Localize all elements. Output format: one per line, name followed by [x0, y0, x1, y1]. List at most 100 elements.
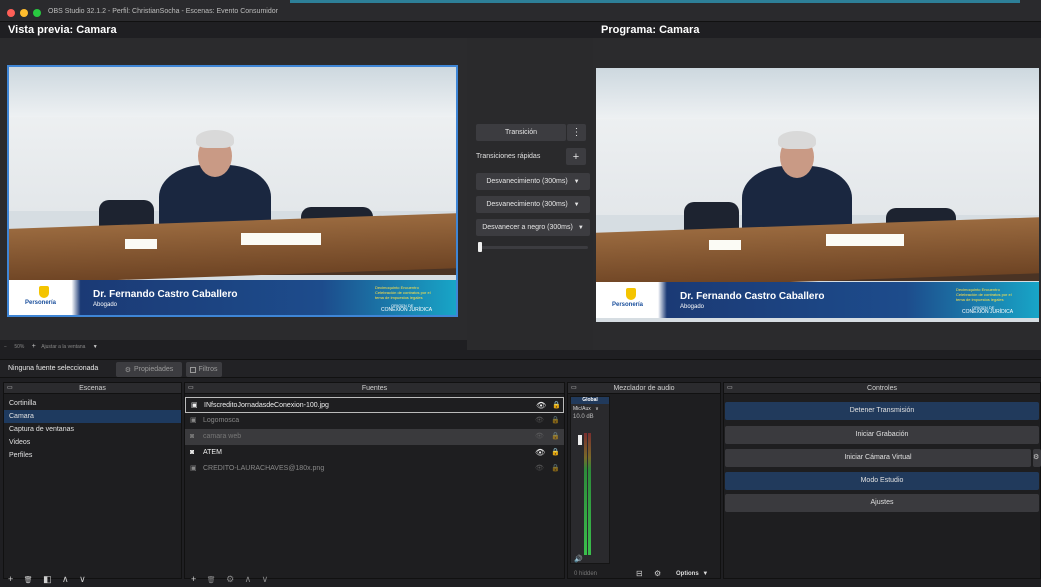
dock-undock-icon[interactable]: ▭: [727, 383, 733, 394]
sources-header: ▭ Fuentes: [185, 383, 564, 394]
mixer-title: Mezclador de audio: [613, 385, 675, 392]
minimize-window-icon[interactable]: [20, 9, 28, 17]
speaker-icon[interactable]: 🔊: [574, 555, 583, 563]
move-up-icon[interactable]: ∧: [245, 574, 252, 584]
scenes-dock: ▭ Escenas Cortinilla Camara Captura de v…: [3, 382, 182, 584]
properties-button[interactable]: ⚙ Propiedades: [116, 362, 182, 377]
virtual-camera-settings-icon[interactable]: ⚙: [1033, 449, 1041, 467]
source-item[interactable]: ▣ Logomosca 👁 🔒: [185, 413, 564, 429]
scene-item[interactable]: Cortinilla: [4, 397, 181, 410]
move-up-icon[interactable]: ∧: [62, 574, 69, 584]
close-window-icon[interactable]: [7, 9, 15, 17]
quick-transitions-label: Transiciones rápidas: [476, 153, 541, 160]
caret-down-icon: ▼: [573, 201, 580, 208]
lt-name: Dr. Fernando Castro Caballero: [680, 291, 825, 302]
mixer-header: ▭ Mezclador de audio: [568, 383, 720, 394]
volume-fader-handle[interactable]: [578, 435, 582, 445]
lock-icon[interactable]: 🔒: [551, 413, 560, 429]
mixer-options-button[interactable]: Options ▼: [676, 571, 708, 577]
source-item[interactable]: ▣ INfscreditoJornadasdeConexion-100.jpg …: [185, 397, 564, 413]
lt-role: Abogado: [93, 302, 118, 308]
lt-org: Personería: [25, 300, 57, 306]
channel-name[interactable]: Mic/Aux ∨: [571, 406, 609, 412]
remove-scene-icon[interactable]: 🗑: [24, 577, 33, 584]
remove-source-icon[interactable]: 🗑: [207, 577, 216, 584]
source-item-selected[interactable]: ◙ camara web 👁 🔒: [185, 429, 564, 445]
tbar-handle[interactable]: [478, 242, 482, 252]
settings-button[interactable]: Ajustes: [725, 494, 1039, 512]
zoom-out-icon[interactable]: −: [4, 344, 7, 350]
source-item[interactable]: ◙ ATEM 👁 🔒: [185, 445, 564, 461]
scene-filter-icon[interactable]: ◧: [43, 574, 52, 584]
eye-hidden-icon[interactable]: 👁: [535, 461, 544, 477]
scene-item[interactable]: Videos: [4, 436, 181, 449]
quick-transition-3[interactable]: Desvanecer a negro (300ms) ▼: [476, 219, 590, 236]
quick-transition-2[interactable]: Desvanecimiento (300ms) ▼: [476, 196, 590, 213]
scene-item[interactable]: Perfiles: [4, 449, 181, 462]
source-name: ATEM: [203, 449, 222, 456]
source-toolbar: Ninguna fuente seleccionada ⚙ Propiedade…: [0, 359, 1041, 378]
studio-mode-button[interactable]: Modo Estudio: [725, 472, 1039, 490]
add-scene-icon[interactable]: +: [8, 574, 13, 584]
eye-hidden-icon[interactable]: 👁: [535, 429, 544, 445]
mixer-layout-icon[interactable]: ⊟: [636, 569, 643, 578]
source-name: camara web: [203, 433, 242, 440]
scenes-title: Escenas: [79, 385, 106, 392]
lock-icon[interactable]: 🔒: [551, 461, 560, 477]
sources-title: Fuentes: [361, 385, 388, 392]
source-item[interactable]: ▣ CREDITO-LAURACHAVES@180x.png 👁 🔒: [185, 461, 564, 477]
transition-button[interactable]: Transición: [476, 124, 566, 141]
filters-icon: [190, 366, 197, 373]
lock-icon[interactable]: 🔒: [552, 398, 561, 414]
eye-icon[interactable]: 👁: [536, 398, 546, 414]
dock-undock-icon[interactable]: ▭: [188, 383, 194, 394]
lock-icon[interactable]: 🔒: [551, 445, 560, 461]
move-down-icon[interactable]: ∨: [262, 574, 269, 584]
dock-undock-icon[interactable]: ▭: [571, 383, 577, 394]
options-label: Options: [676, 571, 699, 577]
no-source-label: Ninguna fuente seleccionada: [8, 365, 99, 372]
channel-global-tab[interactable]: Global: [571, 397, 609, 404]
scene-item[interactable]: Captura de ventanas: [4, 423, 181, 436]
hidden-count[interactable]: 0 hidden: [574, 571, 597, 577]
maximize-window-icon[interactable]: [33, 9, 41, 17]
volume-meter-left: [584, 433, 587, 555]
lt-name: Dr. Fernando Castro Caballero: [93, 289, 238, 300]
stop-streaming-button[interactable]: Detener Transmisión: [725, 402, 1039, 420]
dock-undock-icon[interactable]: ▭: [7, 383, 13, 394]
camera-icon: ◙: [190, 449, 195, 456]
audio-mixer-dock: ▭ Mezclador de audio Global Mic/Aux ∨ 10…: [567, 382, 721, 579]
source-name: Logomosca: [203, 417, 240, 424]
add-source-icon[interactable]: +: [191, 574, 196, 584]
add-quick-transition-icon[interactable]: +: [566, 148, 586, 165]
zoom-dropdown-icon[interactable]: ▼: [93, 344, 98, 350]
source-name: INfscreditoJornadasdeConexion-100.jpg: [204, 402, 329, 409]
mixer-gear-icon[interactable]: ⚙: [654, 569, 661, 578]
transition-menu-kebab-icon[interactable]: ⋮: [567, 124, 586, 141]
scene-item-selected[interactable]: Camara: [4, 410, 181, 423]
start-recording-button[interactable]: Iniciar Grabación: [725, 426, 1039, 444]
sources-dock: ▭ Fuentes ▣ INfscreditoJornadasdeConexio…: [184, 382, 565, 584]
quick-transition-1[interactable]: Desvanecimiento (300ms) ▼: [476, 173, 590, 190]
quick-transition-label: Desvanecer a negro (300ms): [482, 224, 573, 231]
source-name: CREDITO-LAURACHAVES@180x.png: [203, 465, 325, 472]
channel-db: 10.0 dB: [573, 414, 594, 420]
eye-hidden-icon[interactable]: 👁: [535, 413, 544, 429]
image-icon: ▣: [190, 465, 197, 472]
top-accent-line: [290, 0, 1020, 3]
preview-label: Vista previa: Camara: [8, 24, 117, 36]
filters-button[interactable]: Filtros: [186, 362, 222, 377]
scenes-header: ▭ Escenas: [4, 383, 181, 394]
transition-area: [467, 38, 593, 350]
lock-icon[interactable]: 🔒: [551, 429, 560, 445]
eye-icon[interactable]: 👁: [535, 445, 545, 461]
move-down-icon[interactable]: ∨: [79, 574, 86, 584]
start-virtual-camera-button[interactable]: Iniciar Cámara Virtual: [725, 449, 1031, 467]
zoom-in-icon[interactable]: +: [32, 343, 36, 350]
preview-video[interactable]: Personería Dr. Fernando Castro Caballero…: [7, 65, 458, 317]
caret-down-icon: ▼: [702, 571, 709, 577]
source-gear-icon[interactable]: ⚙: [226, 574, 234, 584]
zoom-fit-option[interactable]: Ajustar a la ventana: [41, 344, 85, 350]
title-bar: OBS Studio 32.1.2 - Perfil: ChristianSoc…: [0, 0, 1041, 22]
controls-header: ▭ Controles: [724, 383, 1040, 394]
